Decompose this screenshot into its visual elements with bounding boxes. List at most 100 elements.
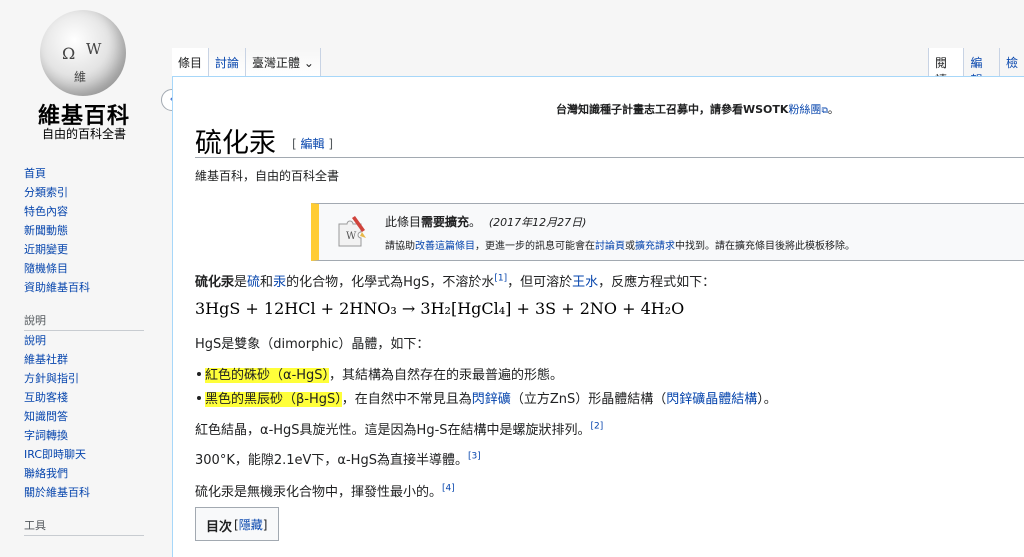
notice-l2-d: 中找到。請在擴充條目後將此模板移除。	[675, 241, 855, 252]
notice-text-b: 。	[469, 215, 482, 229]
logo-tagline: 自由的百科全書	[41, 127, 126, 141]
intro-t4: ，但可溶於	[507, 275, 573, 290]
sulfur-link[interactable]: 硫	[247, 275, 260, 290]
sidebar-item-about[interactable]: 關於維基百科	[24, 483, 164, 502]
sidebar-item-donate[interactable]: 資助維基百科	[24, 278, 164, 297]
optical-paragraph: 紅色結晶，α-HgS具旋光性。這是因為Hg-S在結構中是螺旋狀排列。[2]	[195, 419, 603, 438]
sidebar-heading-tools: 工具	[24, 516, 144, 536]
namespace-tabs: 條目 討論 臺灣正體 ⌄	[172, 48, 321, 76]
edit-bracket-close: ]	[324, 137, 334, 151]
sidebar-item-policies[interactable]: 方針與指引	[24, 369, 164, 388]
sidebar-item-qa[interactable]: 知識問答	[24, 407, 164, 426]
sidebar-item-irc[interactable]: IRC即時聊天	[24, 445, 164, 464]
sidebar-item-help[interactable]: 說明	[24, 331, 164, 350]
w-glyph: W	[86, 40, 102, 58]
site-notice: 台灣知識種子計畫志工召募中，請參看WSOTK粉絲團⧉。	[556, 101, 839, 117]
talk-page-link[interactable]: 討論頁	[595, 241, 625, 252]
highlight-metacinnabar: 黑色的黑辰砂（β-HgS）	[205, 392, 342, 407]
bullet-dot	[197, 396, 201, 400]
title-divider	[195, 157, 1024, 158]
aqua-regia-link[interactable]: 王水	[572, 275, 598, 290]
bullet2-t2: （立方ZnS）形晶體結構（	[510, 392, 667, 407]
reference-1[interactable]: [1]	[494, 274, 507, 284]
dimorphic-paragraph: HgS是雙象（dimorphic）晶體，如下：	[195, 337, 430, 352]
sidebar-item-featured[interactable]: 特色內容	[24, 202, 164, 221]
toc-bracket-close: ]	[262, 518, 268, 532]
expansion-request-link[interactable]: 擴充請求	[635, 241, 675, 252]
intro-bold-term: 硫化汞	[195, 275, 235, 290]
zincblende-structure-link[interactable]: 閃鋅礦晶體結構	[666, 392, 757, 407]
bandgap-paragraph: 300°K，能隙2.1eV下，α-HgS為直接半導體。[3]	[195, 449, 481, 468]
toc-hide-link[interactable]: 隱藏	[239, 518, 263, 532]
intro-t2: 和	[260, 275, 274, 290]
chevron-down-icon: ⌄	[303, 56, 314, 70]
tab-edit[interactable]: 編輯	[963, 48, 998, 87]
bullet2-t1: ，在自然中不常見且為	[341, 392, 472, 407]
sidebar-heading-help: 說明	[24, 311, 144, 331]
svg-text:W: W	[346, 231, 357, 242]
sidebar-item-contact[interactable]: 聯絡我們	[24, 464, 164, 483]
list-item: 紅色的硃砂（α-HgS），其結構為自然存在的汞最普遍的形態。	[195, 364, 563, 383]
reference-4[interactable]: [4]	[442, 484, 455, 494]
puzzle-brush-icon: W	[338, 216, 366, 247]
tab-article[interactable]: 條目	[172, 48, 210, 76]
variant-dropdown[interactable]: 臺灣正體 ⌄	[246, 48, 321, 76]
sphalerite-link[interactable]: 閃鋅礦	[472, 392, 511, 407]
reaction-formula: 3HgS + 12HCl + 2HNO₃ → 3H₂[HgCl₄] + 3S +…	[195, 299, 685, 318]
bandgap-text: 300°K，能隙2.1eV下，α-HgS為直接半導體。	[195, 453, 468, 468]
content-area: 台灣知識種子計畫志工召募中，請參看WSOTK粉絲團⧉。 硫化汞 [ 編輯 ] 維…	[172, 76, 1024, 557]
notice-l2-c: 或	[625, 241, 635, 252]
site-notice-link[interactable]: 粉絲團	[788, 103, 821, 116]
intro-t5: ，反應方程式如下：	[598, 275, 716, 290]
optical-text: 紅色結晶，α-HgS具旋光性。這是因為Hg-S在結構中是螺旋狀排列。	[195, 423, 591, 438]
variant-label: 臺灣正體	[252, 56, 301, 70]
toc-toggle: [隱藏]	[234, 516, 267, 533]
toc-title: 目次	[206, 520, 233, 535]
notice-l2-b: ，更進一步的訊息可能會在	[475, 241, 595, 252]
volatility-paragraph: 硫化汞是無機汞化合物中，揮發性最小的。[4]	[195, 481, 455, 500]
edit-section-link[interactable]: 編輯	[301, 137, 325, 151]
improve-article-link[interactable]: 改善這篇條目	[415, 241, 475, 252]
notice-text-a: 此條目	[385, 215, 422, 229]
notice-line1: 此條目需要擴充。 (2017年12月27日)	[385, 213, 586, 230]
notice-text-bold: 需要擴充	[421, 215, 470, 229]
wikipedia-globe-icon: Ω W 維	[40, 10, 126, 96]
sidebar-item-category-index[interactable]: 分類索引	[24, 183, 164, 202]
edit-section: [ 編輯 ]	[292, 135, 333, 152]
intro-t1: 是	[234, 275, 248, 290]
table-of-contents: 目次 [隱藏]	[195, 507, 279, 541]
page-title: 硫化汞	[195, 128, 276, 159]
mercury-link[interactable]: 汞	[273, 275, 286, 290]
expand-notice: W 此條目需要擴充。 (2017年12月27日) 請協助改善這篇條目，更進一步的…	[311, 203, 1024, 261]
list-item: 黑色的黑辰砂（β-HgS），在自然中不常見且為閃鋅礦（立方ZnS）形晶體結構（閃…	[195, 388, 777, 407]
sidebar-item-recent-changes[interactable]: 近期變更	[24, 240, 164, 259]
sidebar-item-community[interactable]: 維基社群	[24, 350, 164, 369]
view-tabs: 閱讀 編輯 檢	[928, 48, 1024, 87]
reference-3[interactable]: [3]	[468, 452, 481, 462]
bullet2-t3: ）。	[757, 392, 777, 407]
sidebar-item-news[interactable]: 新聞動態	[24, 221, 164, 240]
omega-glyph: Ω	[62, 44, 76, 63]
tab-read[interactable]: 閱讀	[928, 48, 964, 87]
notice-date: (2017年12月27日)	[488, 216, 587, 229]
notice-l2-a: 請協助	[385, 241, 415, 252]
reference-2[interactable]: [2]	[591, 422, 604, 432]
wei-glyph: 維	[74, 70, 87, 84]
site-notice-text: 台灣知識種子計畫志工召募中，請參看WSOTK	[556, 103, 789, 116]
tab-talk[interactable]: 討論	[209, 48, 247, 76]
sidebar: 首頁 分類索引 特色內容 新聞動態 近期變更 隨機條目 資助維基百科 說明 說明…	[24, 164, 164, 536]
sidebar-item-village-pump[interactable]: 互助客棧	[24, 388, 164, 407]
sidebar-item-home[interactable]: 首頁	[24, 164, 164, 183]
bullet-dot	[197, 372, 201, 376]
notice-line2: 請協助改善這篇條目，更進一步的訊息可能會在討論頁或擴充請求中找到。請在擴充條目後…	[385, 237, 855, 252]
sidebar-item-random[interactable]: 隨機條目	[24, 259, 164, 278]
site-notice-suffix: 。	[827, 103, 839, 116]
tab-history[interactable]: 檢	[998, 48, 1024, 76]
highlight-cinnabar: 紅色的硃砂（α-HgS）	[205, 368, 330, 383]
volatility-text: 硫化汞是無機汞化合物中，揮發性最小的。	[195, 485, 443, 500]
sidebar-item-conversion[interactable]: 字詞轉換	[24, 426, 164, 445]
site-logo[interactable]: Ω W 維 維基百科 自由的百科全書	[18, 6, 150, 141]
bullet1-rest: ，其結構為自然存在的汞最普遍的形態。	[329, 368, 564, 383]
site-tagline: 維基百科，自由的百科全書	[195, 169, 340, 183]
intro-t3: 的化合物，化學式為HgS，不溶於水	[286, 275, 495, 290]
